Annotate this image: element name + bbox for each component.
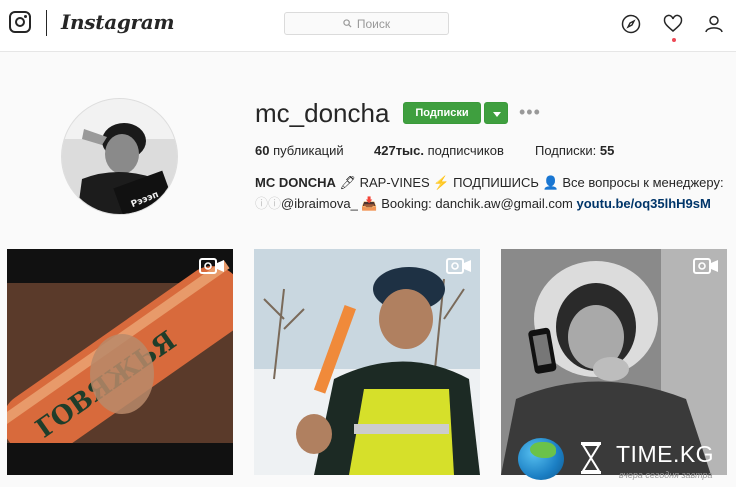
user-icon[interactable] xyxy=(704,14,724,34)
post-thumbnail-2[interactable] xyxy=(254,249,480,475)
following-label: Подписки: xyxy=(535,143,600,158)
post-image-2 xyxy=(254,249,480,475)
logo-divider xyxy=(46,10,47,36)
search-input[interactable]: Поиск xyxy=(284,12,449,35)
profile-username: mc_doncha xyxy=(255,98,390,128)
bio-line-1: MC DONCHA 🖊 RAP-VINES ⚡ ПОДПИШИСЬ 👤 Все … xyxy=(255,175,724,191)
posts-count-stat: 60 публикаций xyxy=(255,143,344,158)
followers-stat[interactable]: 427тыс. подписчиков xyxy=(374,143,504,158)
video-camera-icon xyxy=(693,258,718,274)
followers-label: подписчиков xyxy=(424,143,504,158)
posts-label: публикаций xyxy=(269,143,344,158)
following-stat[interactable]: Подписки: 55 xyxy=(535,143,614,158)
video-camera-icon xyxy=(199,258,224,274)
watermark-tagline: вчера сегодня завтра xyxy=(619,470,713,480)
time-kg-watermark: TIME.KG вчера сегодня завтра xyxy=(518,436,736,487)
bio-contact: @ibraimova_ 📥 Booking: danchik.aw@gmail.… xyxy=(281,196,577,211)
more-options-button[interactable]: ••• xyxy=(519,103,541,121)
search-icon xyxy=(343,19,352,28)
profile-avatar[interactable]: Рэээп xyxy=(61,98,178,215)
hourglass-icon xyxy=(581,442,601,474)
compass-icon[interactable] xyxy=(621,14,641,34)
post-thumbnail-1[interactable]: ГОВЯЖЬЯ xyxy=(7,249,233,475)
notification-dot xyxy=(672,38,676,42)
video-camera-icon xyxy=(446,258,471,274)
following-count: 55 xyxy=(599,143,615,158)
heart-icon[interactable] xyxy=(663,14,683,34)
globe-icon xyxy=(518,438,564,480)
watermark-name: TIME.KG xyxy=(616,441,715,467)
bio-full-name: MC DONCHA xyxy=(255,175,336,190)
followers-count: 427тыс. xyxy=(374,143,425,158)
bio-faded-symbols: ⓘⓘ xyxy=(255,196,282,211)
search-placeholder: Поиск xyxy=(356,16,391,31)
bio-website-link[interactable]: youtu.be/oq35lhH9sM xyxy=(577,196,711,211)
following-button[interactable]: Подписки xyxy=(403,102,481,124)
instagram-wordmark[interactable]: Instagram xyxy=(61,10,175,34)
bio-line-2: ⓘⓘ@ibraimova_ 📥 Booking: danchik.aw@gmai… xyxy=(255,193,711,212)
post-image-1: ГОВЯЖЬЯ xyxy=(7,249,233,475)
posts-count: 60 xyxy=(255,143,270,158)
suggestions-dropdown-button[interactable] xyxy=(484,102,508,124)
top-navigation-bar: Instagram Поиск xyxy=(0,0,736,52)
instagram-camera-icon[interactable] xyxy=(9,11,31,33)
avatar-image: Рэээп xyxy=(62,99,177,214)
bio-description: 🖊 RAP-VINES ⚡ ПОДПИШИСЬ 👤 Все вопросы к … xyxy=(335,175,724,190)
